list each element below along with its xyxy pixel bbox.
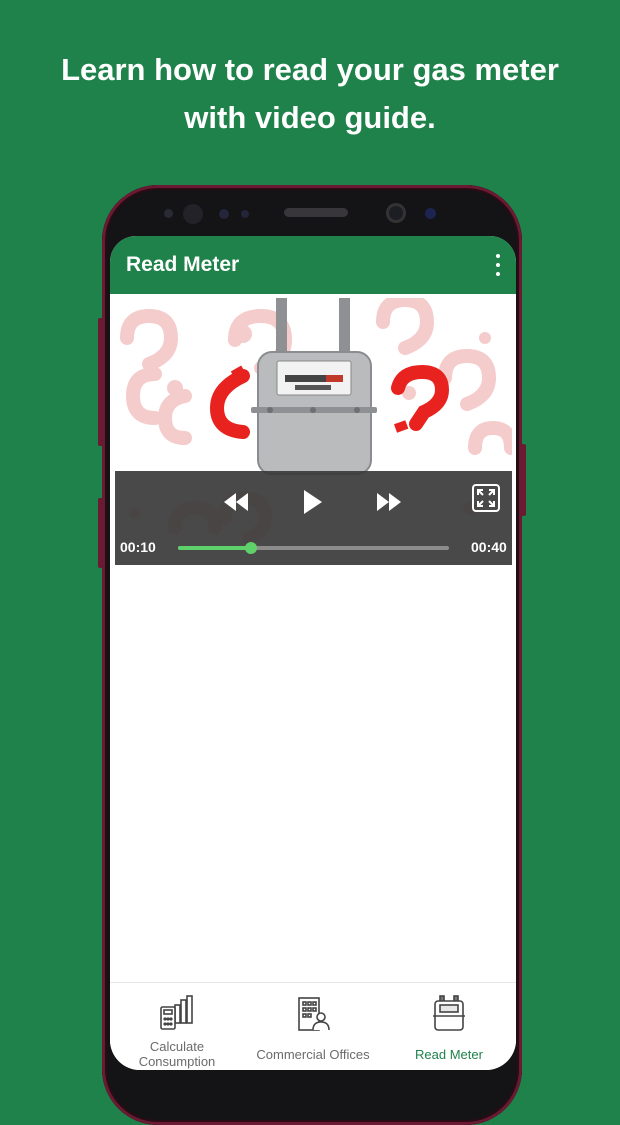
nav-calculate-consumption[interactable]: Calculate Consumption — [110, 983, 244, 1070]
nav-label: Commercial Offices — [256, 1047, 370, 1062]
phone-sensor — [219, 209, 229, 219]
nav-label-line: Calculate — [149, 1039, 205, 1054]
nav-commercial-offices[interactable]: Commercial Offices — [244, 983, 382, 1070]
nav-read-meter[interactable]: Read Meter — [382, 983, 516, 1070]
more-vertical-icon[interactable] — [494, 254, 502, 276]
duration: 00:40 — [471, 539, 507, 555]
office-building-icon — [298, 997, 330, 1031]
phone-side-button — [521, 444, 526, 516]
app-screen: Read Meter 00:10 00:40 Calculate Consump… — [110, 236, 516, 1070]
promo-headline: Learn how to read your gas meter with vi… — [0, 46, 620, 142]
promo-line-1: Learn how to read your gas meter — [61, 52, 559, 87]
play-icon[interactable] — [303, 490, 323, 519]
promo-line-2: with video guide. — [184, 100, 436, 135]
seek-bar[interactable] — [178, 542, 449, 554]
video-controls: 00:10 00:40 — [115, 471, 512, 565]
phone-side-button — [98, 498, 103, 568]
video-player[interactable]: 00:10 00:40 — [115, 298, 512, 565]
seek-bar-thumb[interactable] — [245, 542, 258, 554]
calculator-chart-icon — [160, 995, 193, 1030]
rewind-icon[interactable] — [223, 493, 249, 516]
gas-meter-icon — [433, 995, 465, 1031]
fullscreen-icon[interactable] — [472, 484, 500, 517]
bottom-navigation: Calculate Consumption Commercial Offices… — [110, 982, 516, 1070]
phone-sensor — [241, 210, 249, 218]
app-bar-title: Read Meter — [126, 253, 240, 276]
phone-sensor — [425, 208, 436, 219]
nav-label: Read Meter — [415, 1047, 483, 1062]
phone-speaker — [284, 208, 348, 217]
front-camera — [386, 203, 406, 223]
fast-forward-icon[interactable] — [376, 493, 402, 516]
phone-sensor — [164, 209, 173, 218]
app-bar: Read Meter — [110, 236, 516, 294]
seek-bar-progress — [178, 546, 252, 550]
nav-label-line: Consumption — [138, 1054, 216, 1069]
phone-side-button — [98, 318, 103, 446]
phone-sensor — [183, 204, 203, 224]
current-time: 00:10 — [120, 539, 156, 555]
